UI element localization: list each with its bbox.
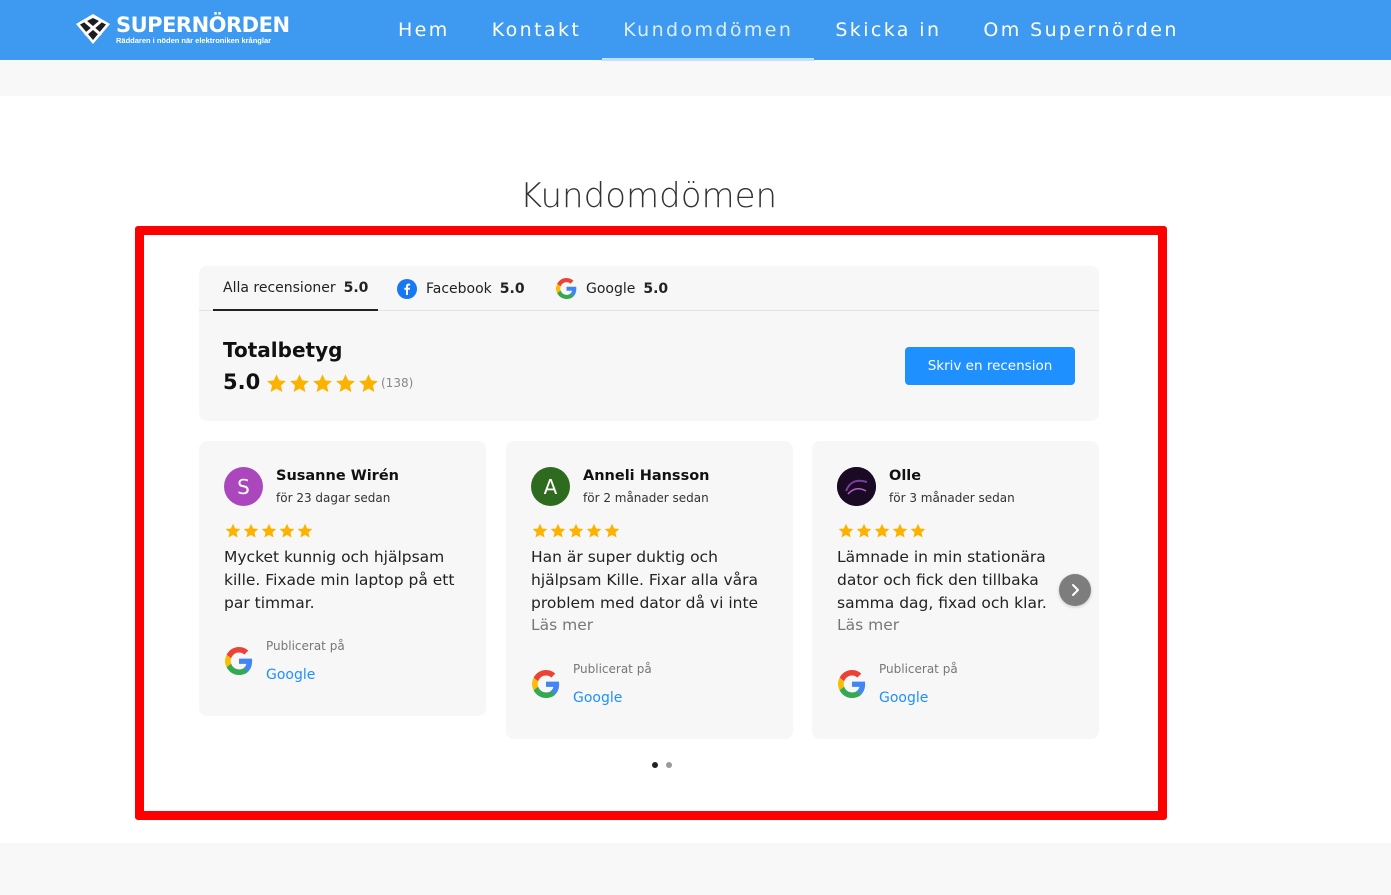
logo-title: SUPERNÖRDEN bbox=[116, 12, 290, 37]
site-header: SUPERNÖRDEN Räddaren i nöden när elektro… bbox=[0, 0, 1391, 61]
nav-item-kundomdomen[interactable]: Kundomdömen bbox=[602, 0, 815, 61]
site-logo[interactable]: SUPERNÖRDEN Räddaren i nöden när elektro… bbox=[74, 12, 290, 46]
nav-item-skicka-in[interactable]: Skicka in bbox=[814, 0, 962, 60]
nav-item-kontakt[interactable]: Kontakt bbox=[471, 0, 603, 60]
highlight-frame bbox=[135, 226, 1167, 820]
logo-subtitle: Räddaren i nöden när elektroniken krångl… bbox=[116, 35, 272, 45]
logo-diamond-icon bbox=[76, 14, 110, 44]
nav-item-hem[interactable]: Hem bbox=[377, 0, 471, 60]
page-title: Kundomdömen bbox=[519, 176, 778, 216]
main-nav: Hem Kontakt Kundomdömen Skicka in Om Sup… bbox=[377, 0, 1200, 61]
nav-item-om-supernorden[interactable]: Om Supernörden bbox=[962, 0, 1199, 60]
